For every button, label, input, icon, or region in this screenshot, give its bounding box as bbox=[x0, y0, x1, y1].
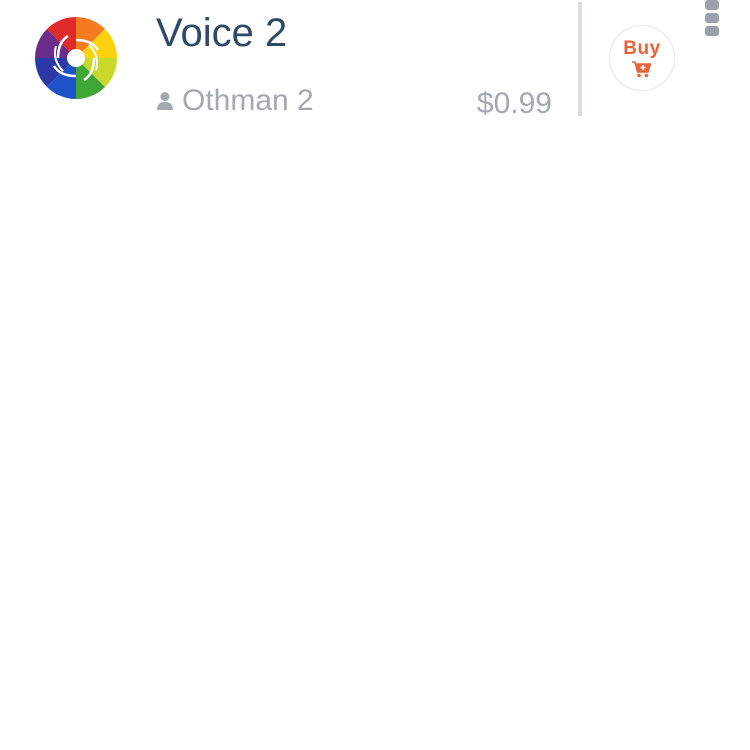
more-dot bbox=[705, 13, 719, 23]
more-vertical-icon[interactable] bbox=[704, 0, 720, 40]
product-list-row[interactable]: Voice 2 Othman 2 $0.99 Buy bbox=[0, 0, 750, 130]
person-icon bbox=[157, 92, 173, 110]
more-dot bbox=[705, 0, 719, 10]
more-dot bbox=[705, 26, 719, 36]
buy-label: Buy bbox=[623, 37, 661, 59]
item-title[interactable]: Voice 2 bbox=[156, 10, 287, 56]
author-name: Othman 2 bbox=[182, 84, 314, 117]
author-row: Othman 2 bbox=[156, 82, 314, 120]
price-label: $0.99 bbox=[476, 87, 552, 120]
cart-plus-icon bbox=[632, 60, 652, 77]
vertical-divider bbox=[578, 2, 582, 116]
buy-button[interactable]: Buy bbox=[609, 25, 675, 91]
pinwheel-logo-icon bbox=[34, 16, 118, 100]
